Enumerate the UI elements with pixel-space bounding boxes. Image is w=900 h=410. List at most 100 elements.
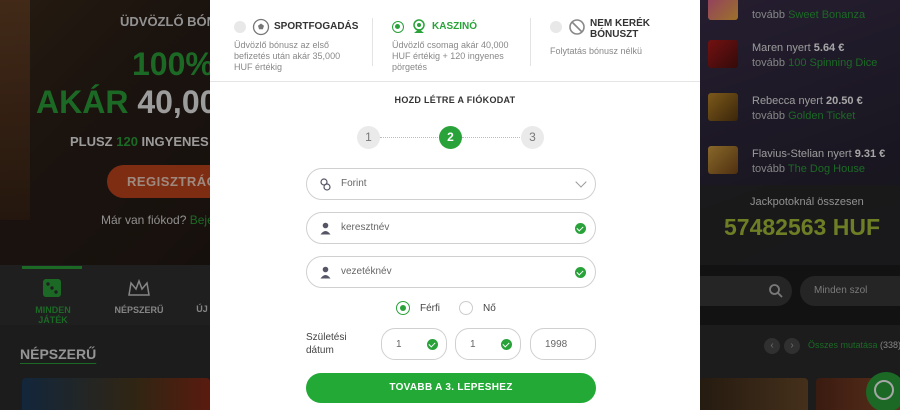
- win-game-line: tovább The Dog House: [752, 163, 865, 175]
- win-player-line: Flavius-Stelian nyert 9.31 €: [752, 148, 885, 160]
- game-thumbnail[interactable]: [22, 378, 210, 410]
- dob-day-select[interactable]: 1: [381, 328, 447, 360]
- dob-year-value: 1998: [545, 339, 568, 350]
- hero-percent-text: 100%: [132, 46, 214, 82]
- provider-filter-select[interactable]: Minden szol: [800, 276, 900, 306]
- currency-value: Forint: [341, 178, 367, 189]
- nav-active-indicator: [22, 266, 82, 269]
- hero-amount-value: 40,00: [137, 84, 218, 120]
- bonus-description: Üdvözlő csomag akár 40,000 HUF értékig +…: [392, 40, 509, 72]
- next-step-button[interactable]: TOVABB A 3. LEPESHEZ: [306, 373, 596, 403]
- no-bonus-icon: [569, 19, 585, 35]
- win-won-word: nyert: [783, 42, 814, 54]
- recent-win-item[interactable]: Maren nyert 5.64 € tovább 100 Spinning D…: [708, 40, 898, 80]
- recent-win-item[interactable]: Rebecca nyert 20.50 € tovább Golden Tick…: [708, 93, 898, 133]
- first-name-placeholder: keresztnév: [341, 222, 390, 233]
- soccer-ball-icon: [252, 18, 270, 36]
- jackpot-value: 57482563 HUF: [724, 214, 880, 240]
- step-connector: [380, 137, 440, 138]
- check-icon: [575, 267, 586, 278]
- hero-plus-prefix: PLUSZ: [70, 134, 117, 149]
- nav-item-popular[interactable]: NÉPSZERŰ: [112, 277, 166, 315]
- bonus-title: SPORTFOGADÁS: [274, 21, 359, 32]
- registration-modal: SPORTFOGADÁS Üdvözlő bónusz az első befi…: [210, 0, 700, 410]
- scroll-right-button[interactable]: ›: [784, 338, 800, 354]
- win-game-link[interactable]: 100 Spinning Dice: [788, 57, 877, 69]
- dob-day-value: 1: [396, 339, 402, 350]
- nav-label-new: ÚJ: [196, 304, 208, 314]
- casino-chip-icon: [413, 19, 425, 33]
- win-player-name: Flavius-Stelian: [752, 148, 825, 160]
- dob-month-select[interactable]: 1: [455, 328, 521, 360]
- gender-radio[interactable]: [396, 301, 410, 315]
- last-name-placeholder: vezetéknév: [341, 266, 392, 277]
- bonus-radio[interactable]: [392, 21, 404, 33]
- gender-radio[interactable]: [459, 301, 473, 315]
- have-account-text: Már van fiókod? Bejele: [101, 213, 223, 227]
- step-3[interactable]: 3: [521, 126, 544, 149]
- win-player-name: Maren: [752, 42, 784, 54]
- divider: [530, 18, 531, 66]
- win-game-line: tovább Golden Ticket: [752, 110, 855, 122]
- win-player-line: Maren nyert 5.64 €: [752, 42, 844, 54]
- nav-label-all-games: MINDEN JÁTÉK: [35, 305, 71, 325]
- hero-amount-text: AKÁR 40,00: [36, 84, 217, 121]
- crown-icon: [128, 278, 150, 296]
- first-name-field[interactable]: keresztnév: [306, 212, 596, 244]
- win-won-word: nyert: [795, 95, 826, 107]
- win-player-line: Rebecca nyert 20.50 €: [752, 95, 863, 107]
- last-name-field[interactable]: vezetéknév: [306, 256, 596, 288]
- check-icon: [427, 339, 438, 350]
- show-all-link[interactable]: Összes mutatása (338): [808, 340, 900, 350]
- chevron-down-icon: [575, 176, 587, 188]
- step-connector: [462, 137, 522, 138]
- game-thumbnail: [708, 93, 738, 121]
- game-thumbnail: [708, 146, 738, 174]
- recent-win-item[interactable]: Flavius-Stelian nyert 9.31 € tovább The …: [708, 146, 898, 186]
- win-amount: 20.50 €: [826, 95, 863, 107]
- nav-item-new[interactable]: ÚJ: [192, 304, 212, 314]
- have-account-prefix: Már van fiókod?: [101, 213, 190, 227]
- nav-label-popular: NÉPSZERŰ: [114, 305, 164, 315]
- dob-label: Születési dátum: [306, 332, 347, 356]
- win-won-word: nyert: [824, 148, 855, 160]
- search-icon[interactable]: [768, 283, 784, 299]
- user-icon: [320, 266, 331, 279]
- hero-amount-prefix: AKÁR: [36, 84, 138, 120]
- bonus-title: NEM KERÉK BÓNUSZT: [590, 18, 651, 40]
- currency-select[interactable]: Forint: [306, 168, 596, 200]
- bonus-selector: SPORTFOGADÁS Üdvözlő bónusz az első befi…: [210, 0, 700, 82]
- dob-month-value: 1: [470, 339, 476, 350]
- recent-win-item[interactable]: tovább Sweet Bonanza: [708, 0, 898, 32]
- win-game-link[interactable]: Golden Ticket: [788, 110, 855, 122]
- dice-icon: [43, 279, 61, 297]
- win-more-word: tovább: [752, 57, 786, 69]
- check-icon: [501, 339, 512, 350]
- win-player-name: Rebecca: [752, 95, 796, 107]
- gender-label: Nő: [483, 303, 496, 314]
- win-more-word: tovább: [752, 110, 786, 122]
- hero-free-spins-text: PLUSZ 120 INGYENES: [70, 134, 209, 149]
- win-game-link[interactable]: Sweet Bonanza: [788, 9, 865, 21]
- bonus-radio[interactable]: [550, 21, 562, 33]
- hero-figure-image: [0, 0, 30, 220]
- bonus-radio[interactable]: [234, 21, 246, 33]
- win-game-link[interactable]: The Dog House: [788, 163, 865, 175]
- step-2[interactable]: 2: [439, 126, 462, 149]
- dob-year-select[interactable]: 1998: [530, 328, 596, 360]
- scroll-left-button[interactable]: ‹: [764, 338, 780, 354]
- win-more-word: tovább: [752, 163, 786, 175]
- game-thumbnail: [708, 40, 738, 68]
- game-thumbnail[interactable]: [700, 378, 808, 410]
- hero-plus-suffix: INGYENES: [137, 134, 209, 149]
- nav-item-all-games[interactable]: MINDEN JÁTÉK: [22, 277, 84, 325]
- win-game-line: tovább Sweet Bonanza: [752, 9, 865, 21]
- chat-icon: [874, 380, 894, 400]
- chat-button[interactable]: [866, 372, 900, 410]
- win-amount: 9.31 €: [854, 148, 886, 160]
- win-amount: 5.64 €: [813, 42, 845, 54]
- coins-icon: [320, 178, 331, 191]
- step-1[interactable]: 1: [357, 126, 380, 149]
- bonus-title: KASZINÓ: [432, 21, 477, 32]
- form-title: HOZD LÉTRE A FIÓKODAT: [394, 95, 516, 105]
